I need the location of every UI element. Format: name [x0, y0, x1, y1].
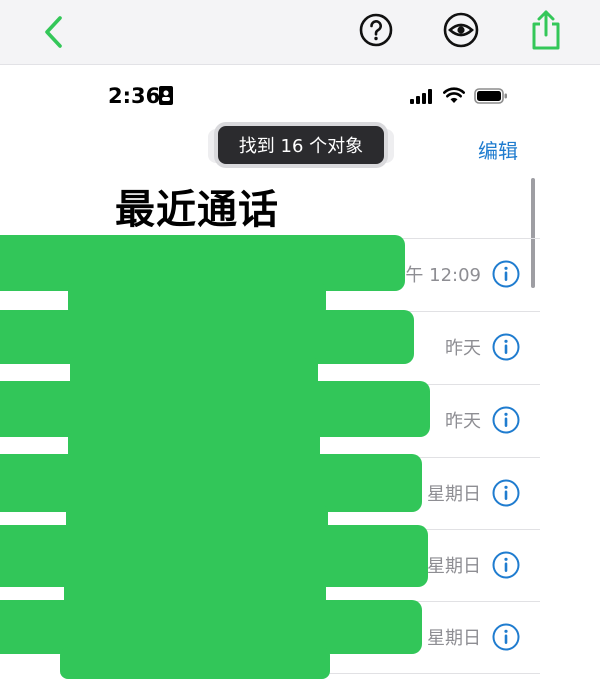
call-time: 星期日 [427, 628, 481, 649]
info-icon[interactable] [492, 406, 520, 434]
redaction-block [0, 381, 430, 437]
wifi-icon [443, 87, 465, 103]
viewer-toolbar [0, 0, 600, 65]
info-icon[interactable] [492, 551, 520, 579]
call-time: 昨天 [445, 338, 481, 359]
contact-card-icon [159, 86, 173, 105]
redaction-block [0, 525, 428, 587]
redaction-block [60, 647, 330, 679]
find-results-toast: 找到 16 个对象 [218, 126, 384, 164]
chevron-left-icon [45, 16, 62, 48]
call-time: 星期日 [427, 556, 481, 577]
info-icon[interactable] [492, 260, 520, 288]
page-title: 最近通话 [115, 187, 279, 233]
share-icon [532, 10, 560, 50]
screenshot-content: 2:36 找到 16 个对象 编辑 最近通话 下午 12:09 昨天 昨天 星期… [0, 65, 600, 681]
info-icon[interactable] [492, 479, 520, 507]
cellular-signal-icon [410, 89, 432, 104]
info-icon[interactable] [492, 333, 520, 361]
preview-button[interactable] [442, 12, 480, 48]
eye-icon [443, 12, 479, 48]
edit-button[interactable]: 编辑 [478, 135, 518, 164]
share-button[interactable] [526, 8, 566, 52]
call-time: 星期日 [427, 484, 481, 505]
back-button[interactable] [38, 12, 70, 52]
status-time: 2:36 [108, 84, 161, 108]
help-button[interactable] [358, 12, 394, 48]
info-icon[interactable] [492, 623, 520, 651]
help-icon [359, 13, 393, 47]
redaction-block [0, 310, 414, 364]
redaction-block [0, 454, 422, 512]
battery-icon [474, 88, 507, 104]
call-time: 昨天 [445, 411, 481, 432]
redaction-block [0, 600, 422, 654]
